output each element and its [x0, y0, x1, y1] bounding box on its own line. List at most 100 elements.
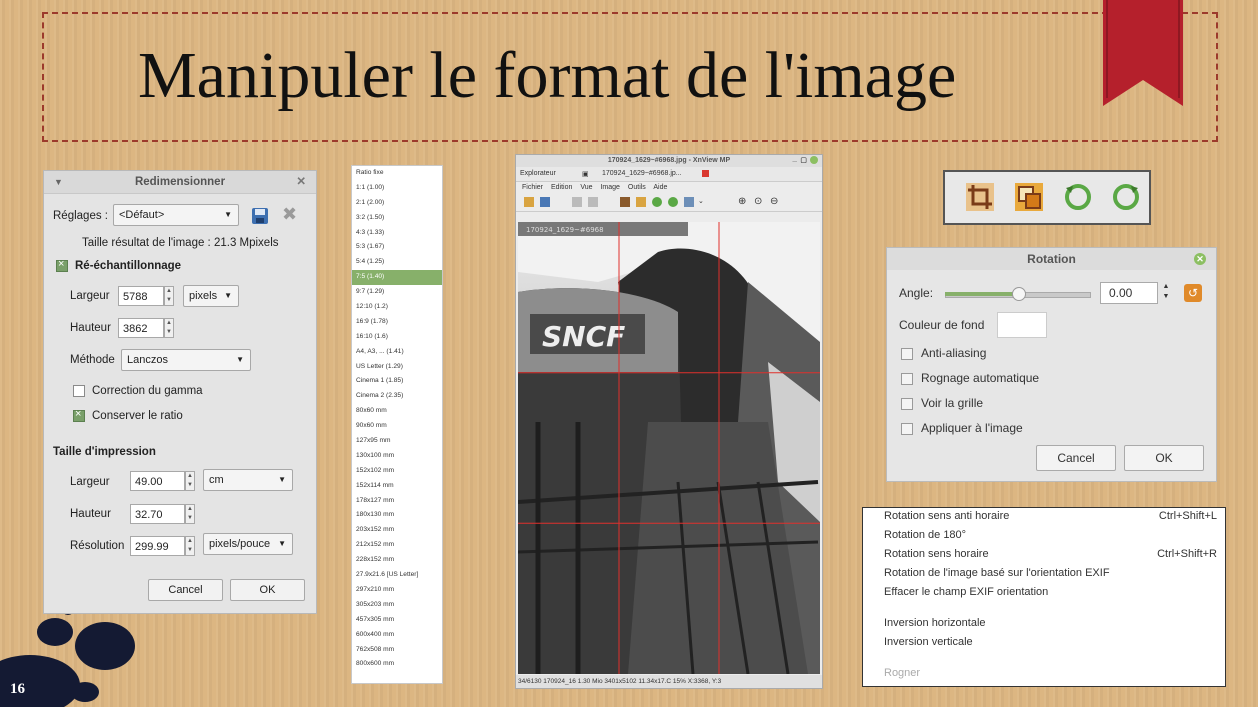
ratio-list-item[interactable]: 3:2 (1.50): [352, 211, 442, 226]
close-icon[interactable]: ✕: [296, 171, 306, 193]
width-input[interactable]: 5788: [118, 286, 164, 306]
antialias-checkbox[interactable]: [901, 348, 913, 360]
menu-item-clear-exif[interactable]: Effacer le champ EXIF orientation: [884, 586, 1048, 598]
autocrop-checkbox[interactable]: [901, 373, 913, 385]
maximize-icon[interactable]: ▢: [800, 155, 807, 167]
ratio-list-item[interactable]: A4, A3, ... (1.41): [352, 345, 442, 360]
ratio-list-item[interactable]: 212x152 mm: [352, 538, 442, 553]
resize-icon[interactable]: [1014, 182, 1044, 212]
menu-image[interactable]: Image: [600, 184, 619, 191]
ratio-list-item[interactable]: Cinema 2 (2.35): [352, 389, 442, 404]
reset-icon[interactable]: ↺: [1184, 284, 1202, 302]
rotate-right-icon[interactable]: [668, 197, 678, 207]
menu-item-rotate-ccw[interactable]: Rotation sens anti horaire: [884, 510, 1009, 522]
ratio-list-item[interactable]: 152x102 mm: [352, 464, 442, 479]
ratio-list-item[interactable]: 457x305 mm: [352, 613, 442, 628]
angle-slider[interactable]: [941, 285, 1093, 303]
menu-aide[interactable]: Aide: [653, 184, 667, 191]
zoom-out-icon[interactable]: ⊖: [770, 196, 778, 207]
height-input[interactable]: 3862: [118, 318, 164, 338]
apply-checkbox[interactable]: [901, 423, 913, 435]
menu-item-rotate-180[interactable]: Rotation de 180°: [884, 529, 966, 541]
height-stepper[interactable]: ▲ ▼: [164, 318, 174, 338]
save-icon[interactable]: [540, 197, 550, 207]
chevron-down-icon[interactable]: ⌄: [698, 197, 704, 205]
ratio-list-item[interactable]: 1:1 (1.00): [352, 181, 442, 196]
print-height-stepper[interactable]: ▲ ▼: [185, 504, 195, 524]
resample-checkbox[interactable]: [56, 258, 68, 272]
unit-select[interactable]: pixels ▼: [183, 285, 239, 307]
rotation-cancel-button[interactable]: Cancel: [1036, 445, 1116, 471]
rotate-left-icon[interactable]: [652, 197, 662, 207]
ratio-list-item[interactable]: 180x130 mm: [352, 508, 442, 523]
ratio-list-item[interactable]: 152x114 mm: [352, 479, 442, 494]
resize-icon[interactable]: [636, 197, 646, 207]
rotate-left-icon[interactable]: [1063, 182, 1093, 212]
zoom-fit-icon[interactable]: ⊙: [754, 196, 762, 207]
minimize-icon[interactable]: _: [793, 155, 797, 165]
ok-button[interactable]: OK: [230, 579, 305, 601]
ratio-list-item[interactable]: 5:4 (1.25): [352, 255, 442, 270]
menu-vue[interactable]: Vue: [580, 184, 592, 191]
tab-close-icon[interactable]: [702, 170, 709, 177]
menu-item-rotate-exif[interactable]: Rotation de l'image basé sur l'orientati…: [884, 567, 1110, 579]
menu-fichier[interactable]: Fichier: [522, 184, 543, 191]
print-width-stepper[interactable]: ▲ ▼: [185, 471, 195, 491]
ratio-list-item[interactable]: US Letter (1.29): [352, 360, 442, 375]
ratio-list-item[interactable]: 16:10 (1.6): [352, 330, 442, 345]
ratio-list-item[interactable]: 7:5 (1.40): [352, 270, 442, 286]
redo-icon[interactable]: [588, 197, 598, 207]
ratio-list-item[interactable]: 127x95 mm: [352, 434, 442, 449]
cancel-button[interactable]: Cancel: [148, 579, 223, 601]
print-width-input[interactable]: 49.00: [130, 471, 185, 491]
ratio-list-item[interactable]: Cinema 1 (1.85): [352, 374, 442, 389]
crop-icon[interactable]: [620, 197, 630, 207]
width-stepper[interactable]: ▲ ▼: [164, 286, 174, 306]
adjust-icon[interactable]: [684, 197, 694, 207]
ratio-list-item[interactable]: 16:9 (1.78): [352, 315, 442, 330]
menu-item-rotate-cw[interactable]: Rotation sens horaire: [884, 548, 989, 560]
ratio-list-item[interactable]: 90x60 mm: [352, 419, 442, 434]
rotate-right-icon[interactable]: [1111, 182, 1141, 212]
ratio-list-item[interactable]: 2:1 (2.00): [352, 196, 442, 211]
tab-explorer[interactable]: Explorateur: [520, 170, 556, 177]
ratio-list-item[interactable]: 800x600 mm: [352, 657, 442, 672]
ratio-list-item[interactable]: 178x127 mm: [352, 494, 442, 509]
close-icon[interactable]: [810, 156, 818, 164]
resolution-input[interactable]: 299.99: [130, 536, 185, 556]
grid-checkbox[interactable]: [901, 398, 913, 410]
ratio-list-item[interactable]: 203x152 mm: [352, 523, 442, 538]
gamma-checkbox[interactable]: [73, 385, 85, 397]
collapse-arrow-icon[interactable]: ▼: [54, 171, 63, 193]
ratio-list-item[interactable]: 130x100 mm: [352, 449, 442, 464]
ratio-list-item[interactable]: 228x152 mm: [352, 553, 442, 568]
ratio-list-item[interactable]: 27.9x21.6 [US Letter]: [352, 568, 442, 583]
ratio-list-item[interactable]: 12:10 (1.2): [352, 300, 442, 315]
zoom-in-icon[interactable]: ⊕: [738, 196, 746, 207]
close-icon[interactable]: ✕: [1194, 253, 1206, 265]
print-unit-select[interactable]: cm ▼: [203, 469, 293, 491]
rotation-ok-button[interactable]: OK: [1124, 445, 1204, 471]
presets-select[interactable]: <Défaut> ▼: [113, 204, 239, 226]
resolution-stepper[interactable]: ▲ ▼: [185, 536, 195, 556]
menu-item-flip-vertical[interactable]: Inversion verticale: [884, 636, 973, 648]
ratio-list-item[interactable]: 305x203 mm: [352, 598, 442, 613]
resolution-unit-select[interactable]: pixels/pouce ▼: [203, 533, 293, 555]
ratio-list-item[interactable]: 4:3 (1.33): [352, 226, 442, 241]
print-height-input[interactable]: 32.70: [130, 504, 185, 524]
bg-color-swatch[interactable]: [997, 312, 1047, 338]
angle-stepper[interactable]: ▲ ▼: [1159, 282, 1173, 304]
ratio-list-item[interactable]: 80x60 mm: [352, 404, 442, 419]
menu-item-flip-horizontal[interactable]: Inversion horizontale: [884, 617, 986, 629]
method-select[interactable]: Lanczos ▼: [121, 349, 251, 371]
ratio-list-item[interactable]: 297x210 mm: [352, 583, 442, 598]
ratio-list-item[interactable]: 9:7 (1.29): [352, 285, 442, 300]
ratio-list-item[interactable]: 762x508 mm: [352, 643, 442, 658]
save-icon[interactable]: [251, 207, 269, 225]
browse-icon[interactable]: [524, 197, 534, 207]
tab-file[interactable]: 170924_1629~#6968.jp...: [602, 170, 682, 177]
undo-icon[interactable]: [572, 197, 582, 207]
keep-ratio-checkbox[interactable]: [73, 408, 85, 422]
ratio-list-item[interactable]: 600x400 mm: [352, 628, 442, 643]
menu-outils[interactable]: Outils: [628, 184, 646, 191]
